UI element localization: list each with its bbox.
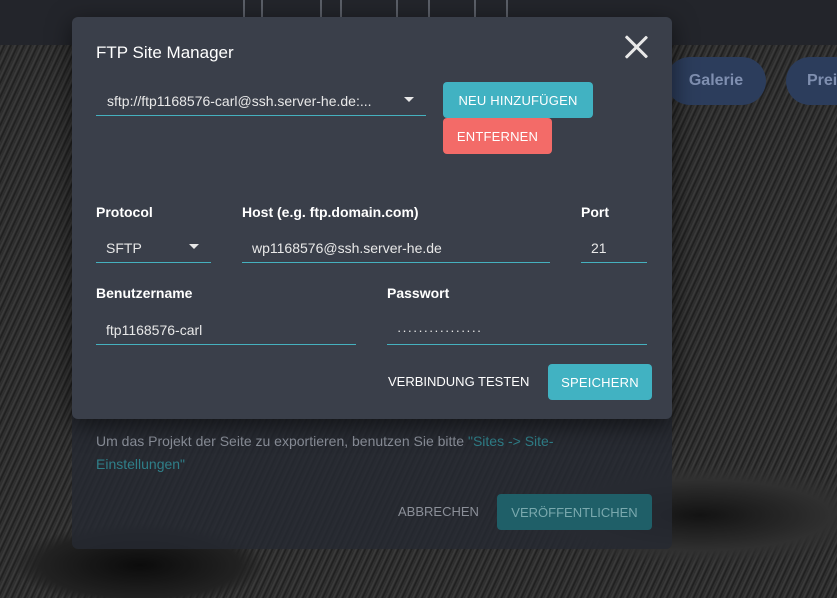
save-button[interactable]: SPEICHERN <box>548 364 652 400</box>
export-hint: Um das Projekt der Seite zu exportieren,… <box>96 430 616 476</box>
site-select-value: sftp://ftp1168576-carl@ssh.server-he.de:… <box>107 93 372 109</box>
username-label: Benutzername <box>96 285 193 301</box>
dialog-title: FTP Site Manager <box>96 43 234 62</box>
chevron-down-icon <box>189 244 199 249</box>
host-label: Host (e.g. ftp.domain.com) <box>242 204 419 220</box>
protocol-value: SFTP <box>106 240 142 256</box>
close-icon[interactable] <box>623 33 651 61</box>
nav-pill-galerie[interactable]: Galerie <box>666 57 766 105</box>
ftp-site-manager-dialog: FTP Site Manager sftp://ftp1168576-carl@… <box>72 17 672 419</box>
publish-button[interactable]: VERÖFFENTLICHEN <box>497 494 652 530</box>
test-connection-button[interactable]: VERBINDUNG TESTEN <box>388 374 529 389</box>
port-label: Port <box>581 204 609 220</box>
remove-site-button[interactable]: ENTFERNEN <box>443 118 552 154</box>
export-hint-text: Um das Projekt der Seite zu exportieren,… <box>96 433 468 449</box>
nav-pill-preise[interactable]: Prei <box>786 57 837 105</box>
site-select[interactable]: sftp://ftp1168576-carl@ssh.server-he.de:… <box>96 87 426 116</box>
password-label: Passwort <box>387 285 450 301</box>
password-input[interactable]: ················ <box>387 316 647 345</box>
protocol-label: Protocol <box>96 204 153 220</box>
add-site-button[interactable]: NEU HINZUFÜGEN <box>443 82 593 118</box>
username-input[interactable]: ftp1168576-carl <box>96 316 356 345</box>
cancel-button[interactable]: ABBRECHEN <box>398 504 479 519</box>
port-input[interactable]: 21 <box>581 234 647 263</box>
protocol-select[interactable]: SFTP <box>96 234 211 263</box>
host-input[interactable]: wp1168576@ssh.server-he.de <box>242 234 550 263</box>
chevron-down-icon <box>404 97 414 102</box>
